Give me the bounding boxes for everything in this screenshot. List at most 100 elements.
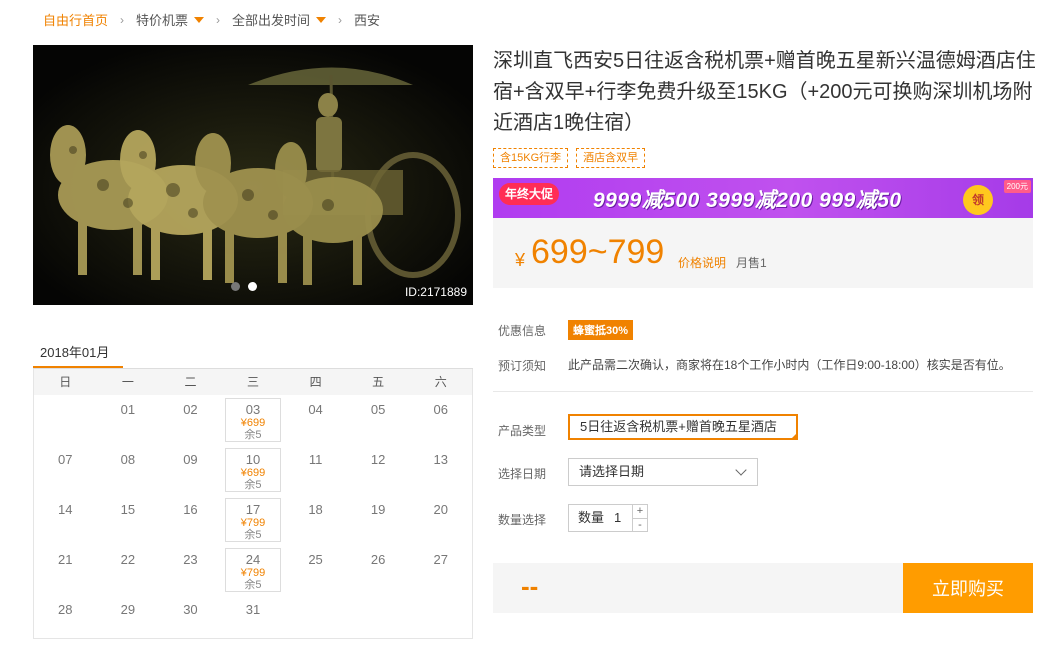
slide-dot-active[interactable] [248,282,257,291]
tag-breakfast: 酒店含双早 [576,148,646,168]
chevron-right-icon: › [120,12,125,27]
calendar-day: 04 [284,395,347,445]
product-type-label: 产品类型 [498,424,547,438]
calendar-day: 05 [347,395,410,445]
calendar-day-number: 18 [308,502,323,517]
price-explain-link[interactable]: 价格说明 [678,254,726,271]
selected-check-icon [790,432,796,438]
calendar-day-number: 08 [120,452,136,467]
calendar-day: 12 [347,445,410,495]
calendar-empty-cell [34,395,97,445]
breadcrumb-current: 西安 [354,13,381,28]
weekday-label: 一 [121,375,134,389]
price-calendar: 日 一 二 三 四 五 六 01 02 03 ¥699 余5 04 05 06 07 08 09 10… [33,369,473,639]
weekday-label: 日 [59,375,72,389]
photo-id-label: ID:2171889 [404,285,467,299]
calendar-day-number: 04 [308,402,323,417]
calendar-day-number: 30 [183,602,198,617]
product-photo[interactable]: ID:2171889 [33,45,473,305]
calendar-day: 13 [409,445,472,495]
calendar-day-number: 22 [120,552,136,567]
currency-symbol: ¥ [515,250,526,270]
calendar-day: 15 [97,495,160,545]
calendar-day-number: 13 [433,452,448,467]
slide-indicator [231,282,257,291]
calendar-day: 30 [159,595,222,645]
terracotta-horses-image [33,45,473,305]
chevron-right-icon: › [216,12,221,27]
calendar-day-number: 11 [308,452,323,467]
product-title: 深圳直飞西安5日往返含税机票+赠首晚五星新兴温德姆酒店住宿+含双早+行李免费升级… [493,50,1036,134]
slide-dot[interactable] [231,282,240,291]
calendar-day: 11 [284,445,347,495]
breadcrumb: 自由行首页 › 特价机票 › 全部出发时间 › 西安 [43,10,380,29]
weekday-label: 二 [184,375,197,389]
caret-down-icon [194,16,205,23]
buy-bar: -- 立即购买 [493,563,1033,613]
calendar-day-number: 12 [370,452,386,467]
calendar-day-number: 02 [183,402,198,417]
calendar-day-number: 14 [58,502,73,517]
promo-badge: 蜂蜜抵30% [568,320,634,340]
calendar-day-available[interactable]: 10 ¥699 余5 [222,445,285,495]
calendar-day-available[interactable]: 03 ¥699 余5 [222,395,285,445]
calendar-day-number: 28 [58,602,73,617]
calendar-month-tab[interactable]: 2018年01月 [40,342,109,361]
calendar-day: 29 [97,595,160,645]
quantity-stepper[interactable]: 数量 1 + - [568,504,648,532]
calendar-day-number: 23 [183,552,198,567]
calendar-day: 14 [34,495,97,545]
calendar-day-number: 05 [370,402,386,417]
calendar-day: 01 [97,395,160,445]
calendar-weekday-header: 日 一 二 三 四 五 六 [34,369,472,395]
breadcrumb-home-link[interactable]: 自由行首页 [43,10,108,29]
calendar-day-number: 07 [58,452,73,467]
calendar-day-available[interactable]: 17 ¥799 余5 [222,495,285,545]
breadcrumb-departure-time[interactable]: 全部出发时间 [232,10,327,29]
quantity-label: 数量选择 [498,513,547,527]
tag-luggage: 含15KG行李 [493,148,569,168]
weekday-label: 六 [434,375,447,389]
calendar-day-box [224,498,282,542]
banner-badge: 年终大促 [499,183,560,205]
quantity-value[interactable]: 1 [614,510,621,525]
chevron-down-icon [735,464,747,476]
promo-banner[interactable]: 年终大促 9999减500 3999减200 999减50 领 200元 [493,178,1033,218]
buy-now-button[interactable]: 立即购买 [903,563,1033,613]
calendar-day-available[interactable]: 24 ¥799 余5 [222,545,285,595]
calendar-day-number: 29 [120,602,136,617]
calendar-day-number: 19 [370,502,386,517]
product-type-option[interactable]: 5日往返含税机票+赠首晚五星酒店 [568,414,798,440]
total-price: -- [521,571,539,601]
calendar-day-number: 27 [433,552,448,567]
coupon-icon[interactable]: 领 [963,185,993,215]
calendar-grid: 01 02 03 ¥699 余5 04 05 06 07 08 09 10 ¥699 余5 11 12 13 14… [34,395,472,645]
quantity-minus-button[interactable]: - [633,519,647,532]
notice-text: 此产品需二次确认，商家将在18个工作小时内（工作日9:00-18:00）核实是否… [568,358,1011,372]
date-select[interactable]: 请选择日期 [568,458,758,486]
quantity-prefix: 数量 [578,510,605,525]
calendar-day: 27 [409,545,472,595]
banner-corner-tag: 200元 [1003,180,1031,193]
chevron-right-icon: › [338,12,343,27]
notice-label: 预订须知 [498,359,547,373]
quantity-plus-button[interactable]: + [633,505,647,519]
date-label: 选择日期 [498,467,547,481]
calendar-day: 25 [284,545,347,595]
calendar-day-number: 16 [183,502,198,517]
calendar-day: 16 [159,495,222,545]
caret-down-icon [316,16,327,23]
calendar-day: 21 [34,545,97,595]
price-range: 699~799 [531,233,665,271]
calendar-day: 19 [347,495,410,545]
calendar-day-box [224,548,282,592]
calendar-day: 20 [409,495,472,545]
calendar-day: 28 [34,595,97,645]
calendar-day-number: 01 [120,402,136,417]
breadcrumb-special-flights[interactable]: 特价机票 [136,10,205,29]
promo-info-label: 优惠信息 [498,324,547,338]
price-box: ¥ 699~799 价格说明 月售1 [493,218,1033,288]
calendar-day: 26 [347,545,410,595]
calendar-day: 23 [159,545,222,595]
monthly-sales: 月售1 [736,256,767,270]
